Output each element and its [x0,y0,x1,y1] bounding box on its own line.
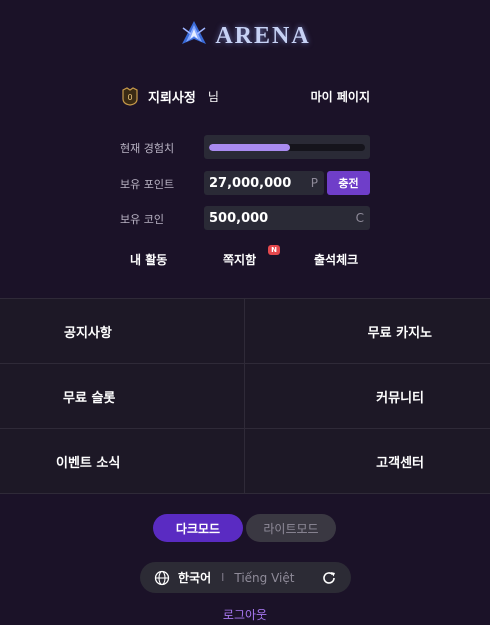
points-label: 보유 포인트 [120,178,175,191]
arena-logo-text: ARENA [215,22,311,49]
language-korean[interactable]: 한국어 [178,569,211,586]
arena-emblem-icon [179,20,209,52]
globe-icon [154,570,170,586]
refresh-icon[interactable] [321,570,337,586]
points-field: 27,000,000 P [204,171,324,195]
language-separator: I [221,571,225,584]
menu-free-casino-label: 무료 카지노 [367,325,432,341]
coins-field: 500,000 C [204,206,370,230]
menu-events-label: 이벤트 소식 [56,455,121,471]
menu-community-label: 커뮤니티 [376,390,424,406]
menu-free-slot[interactable]: 무료 슬롯 [0,364,245,429]
rank-badge-number: 0 [127,93,132,102]
coins-value: 500,000 [209,210,269,226]
charge-button[interactable]: 충전 [327,171,370,195]
points-value: 27,000,000 [209,175,292,191]
exp-progress-container [204,135,370,159]
menu-notice[interactable]: 공지사항 [0,299,245,364]
menu-notice-label: 공지사항 [64,325,112,341]
exp-progress-fill [209,144,291,151]
arena-logo[interactable]: ARENA [0,20,490,52]
quick-links: 내 활동 쪽지함 N 출석체크 [0,245,490,269]
theme-toggle: 다크모드 라이트모드 [153,514,336,542]
points-unit: P [310,176,318,190]
user-info-row: 0 지뢰사정 님 마이 페이지 [120,84,370,108]
my-activity-link[interactable]: 내 활동 [130,251,167,268]
dark-mode-button[interactable]: 다크모드 [153,514,243,542]
menu-community[interactable]: 커뮤니티 [245,364,490,429]
language-selector: 한국어 I Tiếng Việt [140,562,351,593]
language-vietnamese[interactable]: Tiếng Việt [234,571,294,585]
menu-free-casino[interactable]: 무료 카지노 [245,299,490,364]
menu-grid: 공지사항 무료 카지노 무료 슬롯 커뮤니티 이벤트 소식 고객센터 [0,298,490,494]
user-honorific: 님 [207,89,219,104]
messages-link[interactable]: 쪽지함 N [223,245,280,268]
rank-badge-icon: 0 [120,86,140,106]
exp-progress-track [209,144,365,151]
messages-label: 쪽지함 [223,253,257,267]
menu-support[interactable]: 고객센터 [245,429,490,494]
menu-support-label: 고객센터 [376,455,424,471]
coins-label: 보유 코인 [120,213,164,226]
user-identity: 0 지뢰사정 님 [120,86,219,106]
menu-free-slot-label: 무료 슬롯 [63,390,116,406]
menu-events[interactable]: 이벤트 소식 [0,429,245,494]
user-name: 지뢰사정 [148,90,196,106]
attendance-link[interactable]: 출석체크 [314,251,358,268]
coins-unit: C [355,211,364,225]
new-message-badge: N [268,245,280,255]
exp-label: 현재 경험치 [120,142,175,155]
light-mode-button[interactable]: 라이트모드 [246,514,336,542]
my-page-link[interactable]: 마이 페이지 [311,88,370,105]
logout-link[interactable]: 로그아웃 [0,606,490,623]
